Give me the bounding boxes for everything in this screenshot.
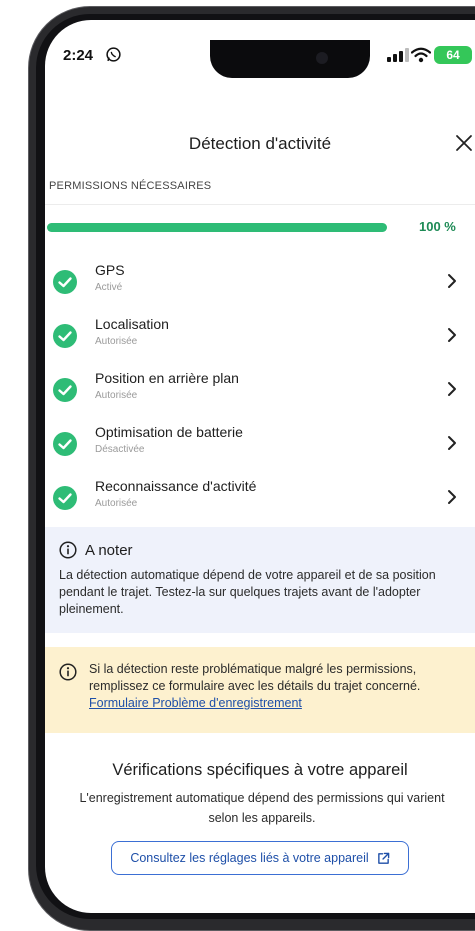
chevron-right-icon [448, 436, 456, 450]
wifi-icon [411, 47, 431, 63]
info-icon [59, 541, 77, 559]
note-title: A noter [85, 541, 133, 559]
permission-item-background-position[interactable]: Position en arrière plan Autorisée [45, 368, 475, 418]
permission-item-gps[interactable]: GPS Activé [45, 260, 475, 310]
section-label: PERMISSIONS NÉCESSAIRES [49, 180, 212, 192]
divider [45, 204, 475, 205]
permission-item-activity-recognition[interactable]: Reconnaissance d'activité Autorisée [45, 476, 475, 526]
check-circle-icon [53, 486, 77, 510]
note-box: A noter La détection automatique dépend … [45, 527, 475, 633]
permission-name: Localisation [95, 316, 169, 332]
warning-text: Si la détection reste problématique malg… [89, 662, 421, 693]
progress-percent: 100 % [419, 219, 456, 234]
check-circle-icon [53, 378, 77, 402]
permission-status: Autorisée [95, 336, 138, 347]
note-header: A noter [59, 541, 461, 559]
permission-item-battery-optimization[interactable]: Optimisation de batterie Désactivée [45, 422, 475, 472]
chevron-right-icon [448, 328, 456, 342]
progress-fill [47, 223, 387, 232]
note-body: La détection automatique dépend de votre… [59, 568, 436, 616]
permission-status: Autorisée [95, 498, 138, 509]
device-checks-description: L'enregistrement automatique dépend des … [79, 791, 445, 825]
warning-body: Si la détection reste problématique malg… [89, 661, 463, 733]
battery-icon: 64 [434, 46, 472, 64]
problem-form-link[interactable]: Formulaire Problème d'enregistrement [89, 696, 302, 710]
camera-icon [316, 52, 328, 64]
info-icon [59, 663, 77, 681]
check-circle-icon [53, 432, 77, 456]
permission-status: Autorisée [95, 390, 138, 401]
app-screen: 2:24 64 Détection d'activité PERMISSIONS… [45, 20, 475, 913]
progress-bar [47, 223, 387, 232]
whatsapp-icon [106, 47, 121, 62]
chevron-right-icon [448, 274, 456, 288]
page-title: Détection d'activité [188, 134, 332, 153]
chevron-right-icon [448, 490, 456, 504]
permission-name: Reconnaissance d'activité [95, 478, 257, 494]
permission-name: Optimisation de batterie [95, 424, 243, 440]
close-icon[interactable] [455, 134, 473, 152]
permission-status: Activé [95, 282, 123, 293]
check-circle-icon [53, 270, 77, 294]
device-checks-title: Vérifications spécifiques à votre appare… [112, 761, 408, 779]
permission-name: Position en arrière plan [95, 370, 239, 386]
permission-status: Désactivée [95, 444, 145, 455]
chevron-right-icon [448, 382, 456, 396]
status-time: 2:24 [63, 47, 94, 64]
permission-item-localisation[interactable]: Localisation Autorisée [45, 314, 475, 364]
warning-box: Si la détection reste problématique malg… [45, 647, 475, 733]
device-settings-button-label: Consultez les réglages liés à votre appa… [130, 851, 369, 865]
signal-icon [387, 48, 409, 62]
device-settings-button[interactable]: Consultez les réglages liés à votre appa… [111, 841, 409, 875]
check-circle-icon [53, 324, 77, 348]
external-link-icon [377, 852, 389, 864]
camera-notch [210, 40, 370, 78]
permission-name: GPS [95, 262, 125, 278]
